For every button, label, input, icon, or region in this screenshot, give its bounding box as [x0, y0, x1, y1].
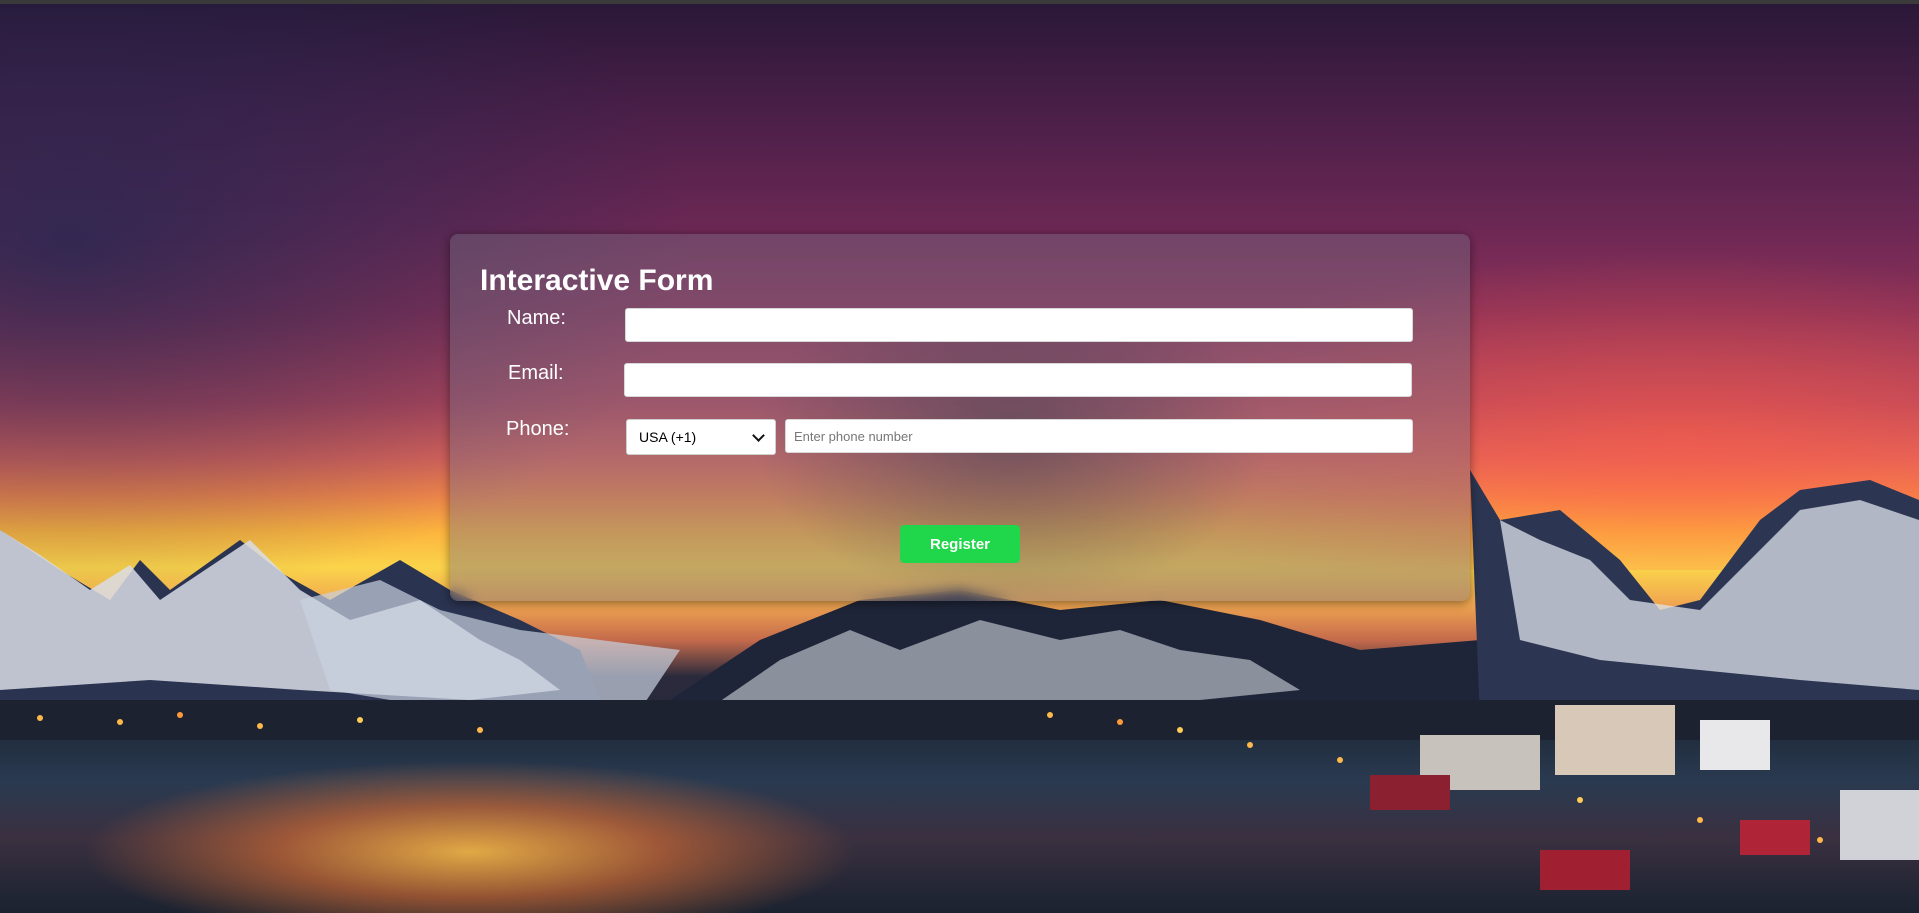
house [1840, 790, 1919, 860]
country-code-select[interactable]: USA (+1) [626, 419, 776, 455]
register-button[interactable]: Register [900, 525, 1020, 563]
email-input[interactable] [624, 363, 1412, 397]
phone-input[interactable] [785, 419, 1413, 453]
house [1540, 850, 1630, 890]
name-label: Name: [507, 307, 566, 329]
name-input[interactable] [625, 308, 1413, 342]
house [1740, 820, 1810, 855]
email-label: Email: [508, 362, 564, 384]
form-card: Interactive Form Name: Email: Phone: USA… [450, 234, 1470, 601]
house [1370, 775, 1450, 810]
phone-label: Phone: [506, 418, 570, 440]
country-code-value: USA (+1) [639, 429, 697, 445]
house [1555, 705, 1675, 775]
house [1700, 720, 1770, 770]
form-title: Interactive Form [480, 264, 714, 297]
chevron-down-icon [752, 428, 765, 442]
